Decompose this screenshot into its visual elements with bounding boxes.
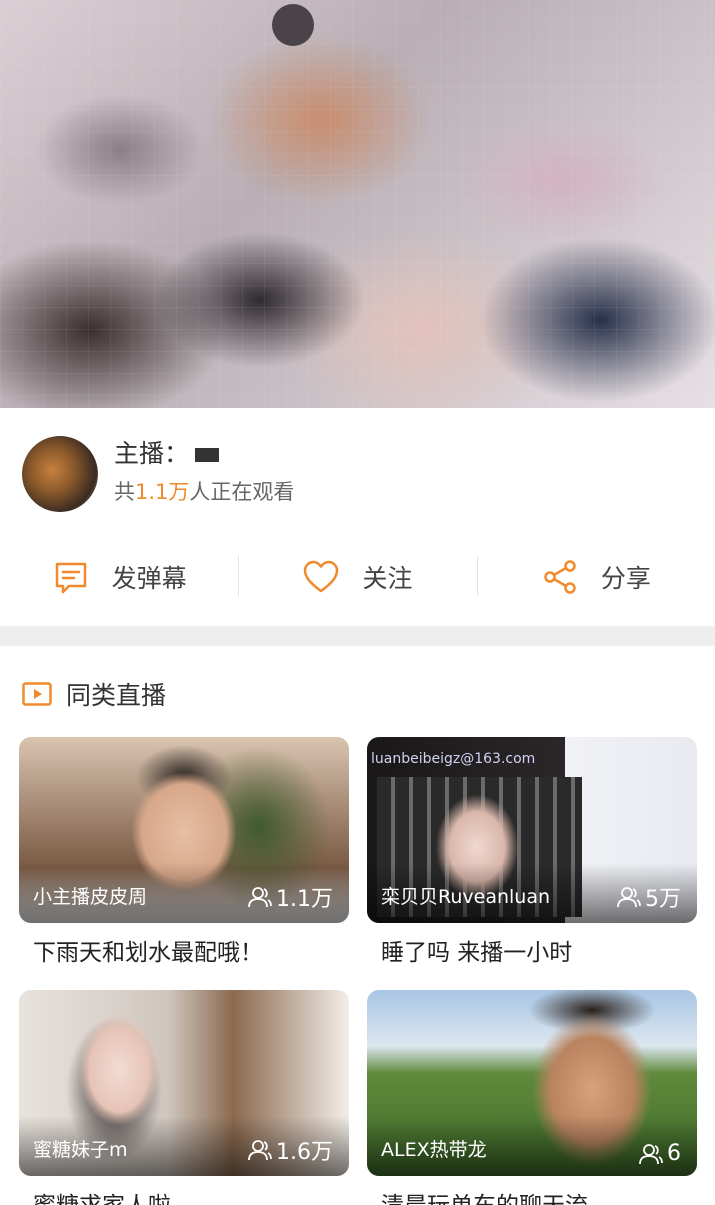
viewers-icon <box>617 887 641 908</box>
follow-label: 关注 <box>362 564 413 593</box>
anchor-name-mask <box>195 448 220 462</box>
anchor-name: 主播： <box>114 434 220 470</box>
play-icon <box>22 682 52 706</box>
card-viewer-count: 6 <box>639 1141 681 1166</box>
card-viewer-count: 5万 <box>617 881 681 913</box>
card-title[interactable]: 清晨玩单车的聊天流 <box>367 1186 697 1205</box>
anchor-info: 主播： 共1.1万人正在观看 <box>22 432 702 512</box>
card-viewer-count: 1.1万 <box>248 881 333 913</box>
card-anchor-name: 小主播皮皮周 <box>33 886 148 908</box>
overlay-email: luanbeibeigz@163.com <box>371 751 536 767</box>
video-player[interactable] <box>0 0 715 408</box>
card-count-value: 5万 <box>645 887 681 912</box>
comment-icon <box>55 562 86 594</box>
share-icon <box>544 560 576 594</box>
avatar[interactable] <box>22 436 98 512</box>
share-button[interactable]: 分享 <box>476 540 715 614</box>
card-thumbnail[interactable]: 蜜糖妹子m 1.6万 <box>19 990 349 1176</box>
card-count-value: 1.1万 <box>276 887 333 912</box>
viewers-suffix: 人正在观看 <box>189 480 295 504</box>
viewer-count: 共1.1万人正在观看 <box>114 476 294 506</box>
card-title[interactable]: 下雨天和划水最配哦！ <box>19 933 349 967</box>
viewers-icon <box>639 1143 663 1164</box>
live-card[interactable]: ALEX热带龙 6 清晨玩单车的聊天流 <box>367 990 697 1205</box>
card-thumbnail[interactable]: luanbeibeigz@163.com 栾贝贝Ruveanluan 5万 <box>367 737 697 923</box>
card-thumbnail[interactable]: 小主播皮皮周 1.1万 <box>19 737 349 923</box>
live-card[interactable]: 蜜糖妹子m 1.6万 蜜糖求家人啦 <box>19 990 349 1205</box>
viewers-icon <box>248 1140 272 1161</box>
viewers-number: 1.1万 <box>135 480 190 504</box>
live-card[interactable]: 小主播皮皮周 1.1万 下雨天和划水最配哦！ <box>19 737 349 967</box>
card-count-value: 6 <box>667 1141 681 1166</box>
card-title[interactable]: 蜜糖求家人啦 <box>19 1186 349 1205</box>
card-count-value: 1.6万 <box>276 1140 333 1165</box>
mosaic-overlay <box>0 0 715 408</box>
share-label: 分享 <box>600 564 651 593</box>
follow-button[interactable]: 关注 <box>238 540 476 614</box>
card-anchor-name: 栾贝贝Ruveanluan <box>381 886 551 908</box>
live-card[interactable]: luanbeibeigz@163.com 栾贝贝Ruveanluan 5万 睡了… <box>367 737 697 967</box>
action-bar: 发弹幕 关注 分享 <box>0 540 715 614</box>
section-divider <box>0 626 715 646</box>
danmaku-button[interactable]: 发弹幕 <box>0 540 238 614</box>
camera-lens <box>272 4 314 46</box>
card-thumbnail[interactable]: ALEX热带龙 6 <box>367 990 697 1176</box>
card-anchor-name: 蜜糖妹子m <box>33 1139 128 1161</box>
viewers-icon <box>248 887 272 908</box>
card-title[interactable]: 睡了吗 来播一小时 <box>367 933 697 967</box>
card-anchor-name: ALEX热带龙 <box>381 1139 487 1161</box>
section-header: 同类直播 <box>22 674 166 714</box>
danmaku-label: 发弹幕 <box>111 564 187 593</box>
viewers-prefix: 共 <box>114 480 135 504</box>
heart-icon <box>304 560 339 593</box>
card-viewer-count: 1.6万 <box>248 1134 333 1166</box>
section-title: 同类直播 <box>66 681 167 710</box>
anchor-label: 主播： <box>114 439 190 468</box>
